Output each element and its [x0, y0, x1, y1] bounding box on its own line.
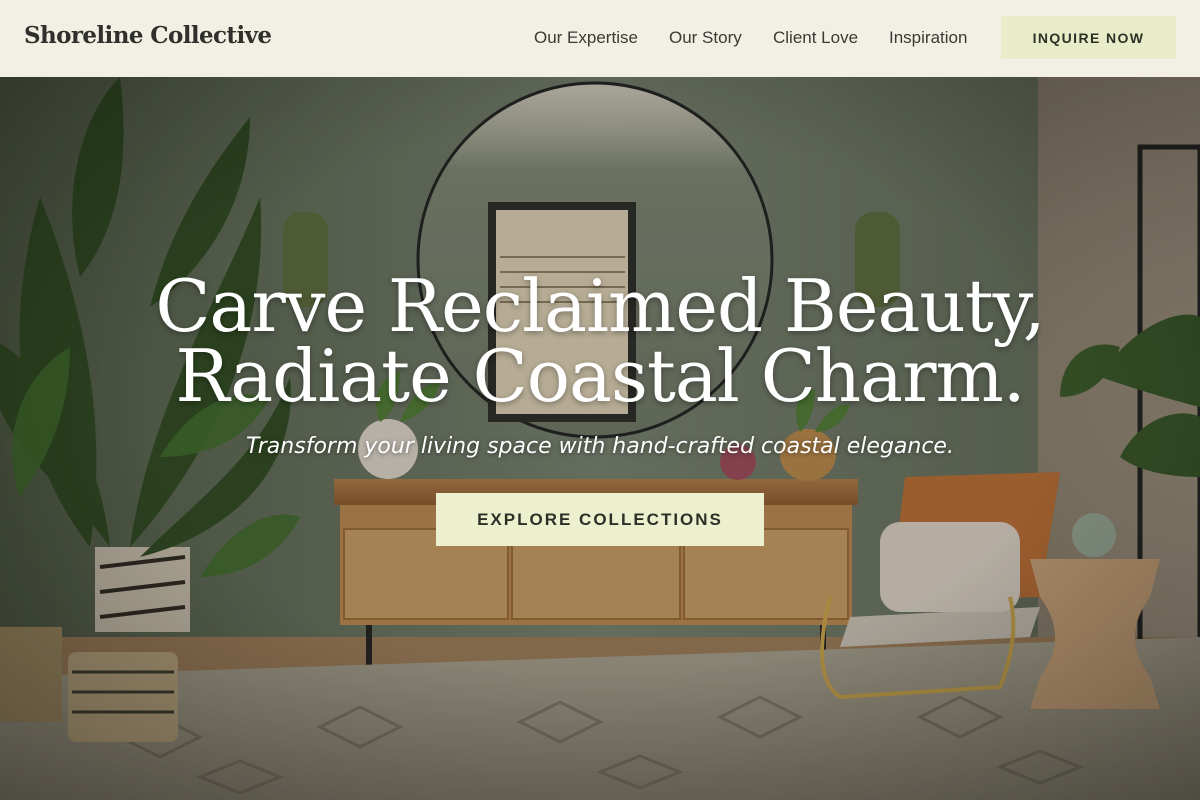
hero-headline-line-2: Radiate Coastal Charm. [175, 334, 1025, 418]
explore-collections-button[interactable]: EXPLORE COLLECTIONS [436, 493, 764, 546]
nav-link-client-love[interactable]: Client Love [773, 28, 858, 48]
site-header: Shoreline Collective Our Expertise Our S… [0, 0, 1200, 77]
nav-link-inspiration[interactable]: Inspiration [889, 28, 967, 48]
hero-subtitle: Transform your living space with hand-cr… [246, 434, 954, 459]
hero-headline-line-1: Carve Reclaimed Beauty, [155, 264, 1045, 348]
nav-link-our-story[interactable]: Our Story [669, 28, 742, 48]
nav-link-our-expertise[interactable]: Our Expertise [534, 28, 638, 48]
hero-section: Carve Reclaimed Beauty, Radiate Coastal … [0, 77, 1200, 800]
inquire-now-button[interactable]: INQUIRE NOW [1001, 16, 1176, 59]
brand-logo[interactable]: Shoreline Collective [24, 22, 272, 49]
